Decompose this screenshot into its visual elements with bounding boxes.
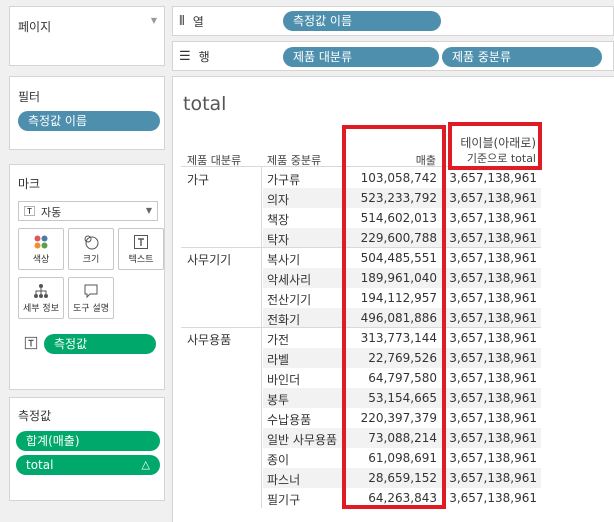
total-value: 3,657,138,961 bbox=[449, 311, 537, 325]
total-value: 3,657,138,961 bbox=[449, 291, 537, 305]
subcategory-label: 파스너 bbox=[267, 473, 301, 487]
tooltip-icon bbox=[69, 283, 113, 299]
mark-type-value: 자동 bbox=[41, 206, 62, 219]
color-card[interactable]: 색상 bbox=[18, 228, 64, 270]
detail-icon bbox=[19, 283, 63, 299]
chevron-down-icon: ▼ bbox=[145, 206, 152, 215]
mark-pill-measure-values[interactable]: 측정값 bbox=[44, 334, 156, 354]
measure-values-title: 측정값 bbox=[18, 409, 52, 423]
text-encoding-icon bbox=[24, 336, 38, 353]
total-value: 3,657,138,961 bbox=[449, 451, 537, 465]
total-value: 3,657,138,961 bbox=[449, 371, 537, 385]
total-value: 3,657,138,961 bbox=[449, 471, 537, 485]
subcategory-label: 의자 bbox=[267, 193, 290, 207]
total-header-highlight bbox=[448, 122, 542, 170]
detail-card[interactable]: 세부 정보 bbox=[18, 277, 64, 319]
measure-values-panel: 측정값 합계(매출) total △ bbox=[9, 397, 165, 501]
tooltip-card[interactable]: 도구 설명 bbox=[68, 277, 114, 319]
total-value: 3,657,138,961 bbox=[449, 171, 537, 185]
total-value: 3,657,138,961 bbox=[449, 231, 537, 245]
category-label: 사무용품 bbox=[187, 333, 232, 347]
rows-shelf[interactable]: ☰ 행 제품 대분류 제품 중분류 bbox=[172, 41, 614, 71]
filter-pill-measure-names[interactable]: 측정값 이름 bbox=[18, 111, 160, 131]
rows-pill-category[interactable]: 제품 대분류 bbox=[283, 47, 439, 67]
subcategory-label: 라벨 bbox=[267, 353, 290, 367]
size-card[interactable]: 크기 bbox=[68, 228, 114, 270]
marks-panel: 마크 🅃 자동 ▼ 색상 크기 텍스트 세부 정보 도구 설명 측정값 bbox=[9, 164, 165, 390]
column-divider bbox=[261, 166, 262, 508]
subcategory-label: 필기구 bbox=[267, 493, 301, 507]
subcategory-label: 수납용품 bbox=[267, 413, 312, 427]
measure-pill-total[interactable]: total △ bbox=[16, 455, 160, 475]
subcategory-label: 전산기기 bbox=[267, 293, 312, 307]
text-mark-icon: 🅃 bbox=[24, 205, 35, 218]
columns-icon: ⦀ bbox=[179, 13, 185, 29]
total-value: 3,657,138,961 bbox=[449, 211, 537, 225]
color-card-label: 색상 bbox=[32, 255, 50, 265]
total-value: 3,657,138,961 bbox=[449, 271, 537, 285]
text-card[interactable]: 텍스트 bbox=[118, 228, 164, 270]
text-card-label: 텍스트 bbox=[128, 255, 154, 265]
text-icon bbox=[119, 234, 163, 250]
color-icon bbox=[19, 234, 63, 250]
sales-column-highlight bbox=[342, 125, 446, 509]
rows-icon: ☰ bbox=[179, 48, 191, 64]
dropdown-arrow-icon[interactable]: ▼ bbox=[151, 16, 157, 25]
measure-pill-sales-sum[interactable]: 합계(매출) bbox=[16, 431, 160, 451]
pages-title: 페이지 bbox=[18, 20, 52, 34]
columns-shelf[interactable]: ⦀ 열 측정값 이름 bbox=[172, 6, 614, 36]
columns-label: 열 bbox=[192, 14, 204, 29]
total-value: 3,657,138,961 bbox=[449, 191, 537, 205]
total-value: 3,657,138,961 bbox=[449, 331, 537, 345]
subcategory-label: 전화기 bbox=[267, 313, 301, 327]
total-value: 3,657,138,961 bbox=[449, 351, 537, 365]
measure-pill-total-label: total bbox=[26, 458, 54, 472]
rows-label: 행 bbox=[198, 49, 210, 64]
subcategory-label: 가구류 bbox=[267, 173, 301, 187]
filters-title: 필터 bbox=[18, 90, 41, 104]
filters-panel: 필터 측정값 이름 bbox=[9, 76, 165, 150]
subcategory-label: 봉투 bbox=[267, 393, 290, 407]
subcategory-label: 책장 bbox=[267, 213, 290, 227]
subcategory-label: 바인더 bbox=[267, 373, 301, 387]
rows-pill-subcategory[interactable]: 제품 중분류 bbox=[442, 47, 602, 67]
marks-title: 마크 bbox=[18, 177, 41, 191]
total-value: 3,657,138,961 bbox=[449, 391, 537, 405]
pages-panel[interactable]: 페이지 ▼ bbox=[9, 6, 165, 66]
subcategory-label: 악세사리 bbox=[267, 273, 312, 287]
category-label: 사무기기 bbox=[187, 253, 232, 267]
size-icon bbox=[69, 234, 113, 250]
category-label: 가구 bbox=[187, 173, 210, 187]
mark-type-select[interactable]: 🅃 자동 ▼ bbox=[18, 201, 158, 221]
subcategory-label: 가전 bbox=[267, 333, 290, 347]
subcategory-label: 일반 사무용품 bbox=[267, 433, 338, 447]
detail-card-label: 세부 정보 bbox=[23, 304, 59, 314]
size-card-label: 크기 bbox=[82, 255, 100, 265]
worksheet-view: total 제품 대분류 제품 중분류 매출 테이블(아래로) 기준으로 tot… bbox=[172, 76, 614, 522]
total-value: 3,657,138,961 bbox=[449, 411, 537, 425]
total-value: 3,657,138,961 bbox=[449, 491, 537, 505]
delta-icon: △ bbox=[141, 458, 150, 471]
subcategory-label: 복사기 bbox=[267, 253, 301, 267]
tooltip-card-label: 도구 설명 bbox=[73, 304, 109, 314]
subcategory-label: 종이 bbox=[267, 453, 290, 467]
total-value: 3,657,138,961 bbox=[449, 431, 537, 445]
subcategory-label: 탁자 bbox=[267, 233, 290, 247]
total-value: 3,657,138,961 bbox=[449, 251, 537, 265]
columns-pill-measure-names[interactable]: 측정값 이름 bbox=[283, 11, 441, 31]
